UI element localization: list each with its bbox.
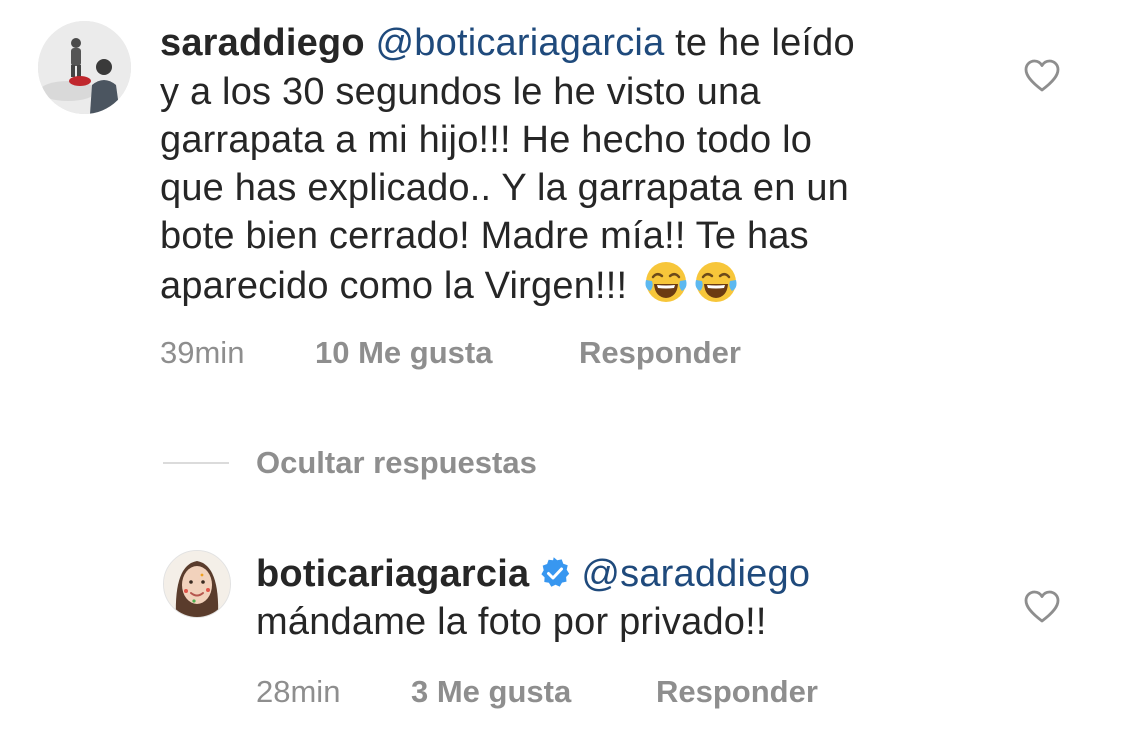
verified-badge-icon xyxy=(541,557,570,587)
avatar[interactable] xyxy=(38,21,131,114)
comment-mention[interactable]: @boticariagarcia xyxy=(376,22,665,64)
like-heart-icon[interactable] xyxy=(1024,59,1060,93)
hide-replies-divider xyxy=(163,462,229,464)
like-heart-icon[interactable] xyxy=(1024,590,1060,624)
comment-text-line: saraddiego @boticariagarcia te he leído xyxy=(160,19,855,67)
reply-time: 28min xyxy=(256,674,341,709)
avatar[interactable] xyxy=(163,550,231,618)
reply-button-label: Responder xyxy=(579,335,741,370)
comment-text: aparecido como la Virgen!!! xyxy=(160,265,628,307)
face-with-tears-of-joy-icon xyxy=(645,262,687,302)
comment-likes-label: 10 Me gusta xyxy=(315,335,493,370)
reply-text-line: mándame la foto por privado!! xyxy=(256,601,767,643)
comment-time: 39min xyxy=(160,335,245,370)
reply-reply-button-label: Responder xyxy=(656,674,818,709)
avatar-photo-icon xyxy=(38,21,131,114)
comment-text-line: aparecido como la Virgen!!! xyxy=(160,260,738,310)
reply-likes[interactable]: 3 Me gusta xyxy=(411,673,571,711)
reply-username[interactable]: boticariagarcia xyxy=(256,553,529,595)
reply-text-line: boticariagarcia @saraddiego xyxy=(256,550,810,598)
reply-mention[interactable]: @saraddiego xyxy=(581,553,810,595)
hide-replies-button[interactable]: Ocultar respuestas xyxy=(256,444,537,482)
comment-username[interactable]: saraddiego xyxy=(160,22,365,64)
face-with-tears-of-joy-icon xyxy=(695,262,737,302)
reply-button[interactable]: Responder xyxy=(579,334,741,372)
reply-likes-label: 3 Me gusta xyxy=(411,674,572,709)
comment-text: te he leído xyxy=(664,22,855,64)
comment-text-line: bote bien cerrado! Madre mía!! Te has xyxy=(160,215,809,257)
hide-replies-label: Ocultar respuestas xyxy=(256,445,537,480)
comment-likes[interactable]: 10 Me gusta xyxy=(315,334,492,372)
avatar-photo-icon xyxy=(164,551,230,617)
comment-text-line: y a los 30 segundos le he visto una xyxy=(160,71,761,113)
comment-text-line: que has explicado.. Y la garrapata en un xyxy=(160,167,849,209)
reply-reply-button[interactable]: Responder xyxy=(656,673,818,711)
comment-text-line: garrapata a mi hijo!!! He hecho todo lo xyxy=(160,119,813,161)
